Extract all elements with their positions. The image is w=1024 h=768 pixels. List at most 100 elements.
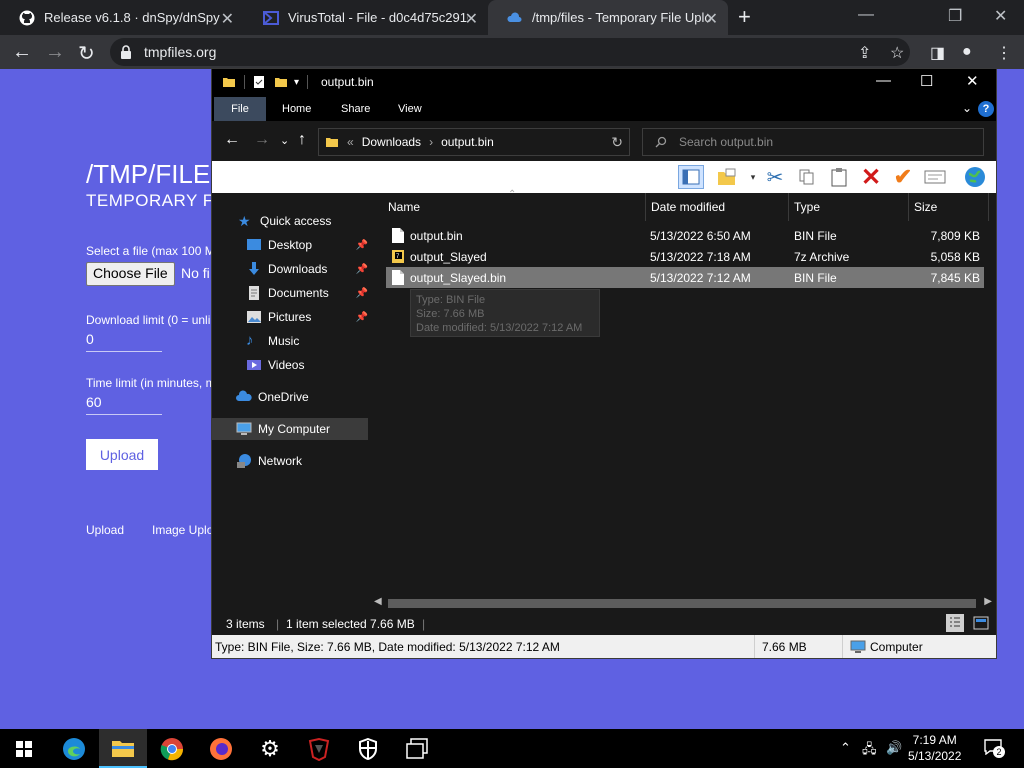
nav-item-documents[interactable]: Documents 📌 [212, 282, 368, 304]
help-icon[interactable]: ? [978, 101, 994, 117]
nav-item-my-computer[interactable]: My Computer [212, 418, 368, 440]
large-icons-view-icon[interactable] [972, 614, 990, 632]
tab-github[interactable]: Release v6.1.8 · dnSpy/dnSpy · GitHub ✕ [0, 0, 244, 35]
column-header-date[interactable]: Date modified [646, 193, 789, 221]
pin-icon[interactable]: 📌 [356, 288, 368, 299]
explorer-address-bar[interactable]: « Downloads › output.bin ↻ [318, 128, 630, 156]
forward-icon[interactable]: → [254, 131, 270, 149]
tab-tmpfiles[interactable]: /tmp/files - Temporary File Upload ✕ [488, 0, 728, 35]
details-location: Computer [870, 640, 923, 654]
paste-icon[interactable] [826, 165, 852, 189]
address-bar[interactable]: tmpfiles.org [110, 38, 910, 66]
folder-options-icon[interactable] [714, 165, 740, 189]
minimize-icon[interactable]: — [858, 6, 874, 24]
notification-count: 2 [993, 746, 1005, 758]
system-clock[interactable]: 7:19 AM 5/13/2022 [908, 732, 961, 764]
close-window-icon[interactable]: ✕ [994, 6, 1007, 26]
close-tab-icon[interactable]: ✕ [705, 9, 718, 29]
taskbar-security[interactable] [344, 729, 392, 768]
pin-icon[interactable]: 📌 [356, 240, 368, 251]
action-center-icon[interactable]: 2 [984, 739, 1005, 759]
recent-locations-icon[interactable]: ⌄ [280, 134, 289, 147]
column-header-type[interactable]: Type [789, 193, 909, 221]
back-icon[interactable]: ← [12, 41, 32, 64]
footer-link-upload[interactable]: Upload [86, 523, 124, 537]
show-hidden-icons-icon[interactable]: ⌃ [840, 740, 851, 756]
nav-item-videos[interactable]: Videos [212, 354, 368, 376]
tab-share[interactable]: Share [331, 97, 380, 121]
taskbar-chrome[interactable] [148, 729, 196, 768]
customize-dropdown-icon[interactable]: ▾ [294, 77, 299, 88]
new-folder-icon[interactable] [274, 75, 288, 89]
network-icon[interactable]: 🖧 [862, 740, 877, 762]
taskbar-settings[interactable]: ⚙ [246, 729, 294, 768]
table-row-selected[interactable]: output_Slayed.bin 5/13/2022 7:12 AM BIN … [386, 267, 984, 288]
bookmark-star-icon[interactable]: ☆ [890, 43, 904, 63]
volume-icon[interactable]: 🔊 [886, 740, 902, 756]
cut-icon[interactable]: ✂ [762, 165, 788, 189]
time-limit-input[interactable]: 60 [86, 394, 162, 415]
upload-button[interactable]: Upload [86, 439, 158, 470]
globe-icon[interactable] [962, 165, 988, 189]
download-limit-input[interactable]: 0 [86, 331, 162, 352]
column-header-size[interactable]: Size [909, 193, 989, 221]
scroll-right-icon[interactable]: ▶ [984, 596, 992, 607]
footer-link-image-upload[interactable]: Image Uplo [152, 523, 213, 537]
scroll-left-icon[interactable]: ◀ [374, 596, 382, 607]
nav-item-pictures[interactable]: Pictures 📌 [212, 306, 368, 328]
delete-icon[interactable]: ✕ [858, 164, 884, 191]
sidebar-icon[interactable]: ◨ [930, 43, 945, 63]
taskbar-firefox[interactable] [197, 729, 245, 768]
tab-virustotal[interactable]: VirusTotal - File - d0c4d75c2916c ✕ [244, 0, 488, 35]
share-icon[interactable]: ⇪ [858, 43, 871, 63]
horizontal-scrollbar[interactable]: ◀ ▶ [370, 595, 996, 611]
start-button[interactable] [0, 729, 48, 768]
taskbar-file-explorer[interactable] [99, 729, 147, 768]
menu-icon[interactable]: ⋮ [996, 43, 1012, 63]
nav-item-desktop[interactable]: Desktop 📌 [212, 234, 368, 256]
restore-icon[interactable]: ❐ [948, 6, 962, 26]
nav-item-music[interactable]: ♪ Music [212, 330, 368, 352]
search-input[interactable]: Search output.bin [642, 128, 984, 156]
nav-item-downloads[interactable]: Downloads 📌 [212, 258, 368, 280]
close-tab-icon[interactable]: ✕ [465, 9, 478, 29]
breadcrumb-downloads[interactable]: Downloads [362, 135, 421, 149]
rename-icon[interactable] [922, 165, 948, 189]
taskbar-task-view[interactable] [393, 729, 441, 768]
column-header-name[interactable]: Name [370, 193, 646, 221]
expand-ribbon-icon[interactable]: ⌄ [962, 101, 972, 115]
refresh-icon[interactable]: ↻ [611, 134, 623, 151]
taskbar-edge[interactable] [50, 729, 98, 768]
details-view-icon[interactable] [946, 614, 964, 632]
minimize-icon[interactable]: — [876, 72, 891, 89]
properties-icon[interactable] [252, 75, 266, 89]
taskbar-app-logo[interactable] [295, 729, 343, 768]
back-icon[interactable]: ← [224, 131, 240, 149]
table-row[interactable]: output.bin 5/13/2022 6:50 AM BIN File 7,… [386, 225, 984, 246]
tab-file[interactable]: File [214, 97, 266, 121]
maximize-icon[interactable]: ☐ [920, 72, 933, 90]
folder-icon[interactable] [222, 75, 236, 89]
tab-view[interactable]: View [388, 97, 432, 121]
reload-icon[interactable]: ↻ [78, 41, 95, 66]
pin-icon[interactable]: 📌 [356, 264, 368, 275]
profile-icon[interactable]: ● [962, 43, 972, 61]
close-window-icon[interactable]: ✕ [966, 72, 979, 90]
pin-icon[interactable]: 📌 [356, 312, 368, 323]
copy-icon[interactable] [794, 165, 820, 189]
breadcrumb-output-bin[interactable]: output.bin [441, 135, 494, 149]
forward-icon[interactable]: → [45, 41, 65, 64]
preview-pane-icon[interactable] [678, 165, 704, 189]
nav-item-quick-access[interactable]: ★ Quick access [212, 210, 368, 232]
close-tab-icon[interactable]: ✕ [221, 9, 234, 29]
nav-item-onedrive[interactable]: OneDrive [212, 386, 368, 408]
up-icon[interactable]: ↑ [298, 131, 306, 149]
table-row[interactable]: 7 output_Slayed 5/13/2022 7:18 AM 7z Arc… [386, 246, 984, 267]
choose-file-button[interactable]: Choose File [86, 262, 175, 286]
tab-home[interactable]: Home [272, 97, 321, 121]
7z-archive-icon: 7 [392, 250, 404, 263]
scrollbar-thumb[interactable] [388, 599, 976, 608]
new-tab-icon[interactable]: + [738, 4, 751, 30]
checkmark-icon[interactable]: ✔ [890, 164, 916, 189]
nav-item-network[interactable]: Network [212, 450, 368, 472]
